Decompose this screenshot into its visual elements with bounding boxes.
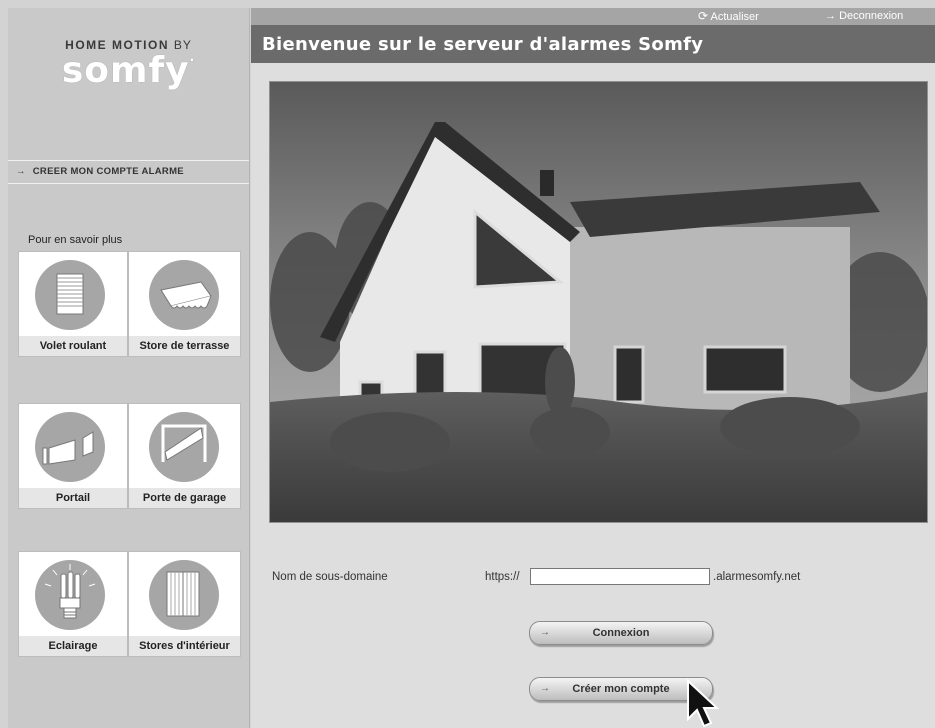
login-button[interactable]: → Connexion: [529, 621, 713, 645]
domain-suffix: .alarmesomfy.net: [713, 571, 801, 583]
logout-link[interactable]: → Deconnexion: [825, 8, 903, 25]
arrow-right-icon: →: [540, 627, 550, 638]
tile-label: Store de terrasse: [129, 336, 240, 356]
create-alarm-account-label: CREER MON COMPTE ALARME: [32, 166, 184, 177]
mouse-pointer-icon: [687, 679, 720, 728]
learn-more-heading: Pour en savoir plus: [28, 234, 123, 246]
refresh-icon: ⟳: [698, 9, 709, 23]
refresh-label: Actualiser: [710, 11, 759, 23]
tile-eclairage[interactable]: Eclairage: [18, 551, 128, 657]
arrow-right-icon: →: [16, 166, 26, 177]
page-title: Bienvenue sur le serveur d'alarmes Somfy: [262, 34, 704, 55]
https-prefix: https://: [485, 571, 520, 583]
tile-label: Stores d'intérieur: [129, 636, 240, 656]
create-account-button-label: Créer mon compte: [572, 683, 670, 695]
indoor-blind-icon: [149, 560, 219, 630]
awning-icon: [149, 260, 219, 330]
tile-stores-interieur[interactable]: Stores d'intérieur: [128, 551, 241, 657]
create-alarm-account-link[interactable]: → CREER MON COMPTE ALARME: [8, 160, 249, 184]
tile-label: Eclairage: [19, 636, 127, 656]
gate-icon: [35, 412, 105, 482]
tile-porte-de-garage[interactable]: Porte de garage: [128, 403, 241, 509]
roller-shutter-icon: [35, 260, 105, 330]
logo-registered-mark: .: [189, 50, 196, 64]
top-navigation-bar: ⟳ Actualiser → Deconnexion: [251, 8, 935, 25]
tile-portail[interactable]: Portail: [18, 403, 128, 509]
tile-store-de-terrasse[interactable]: Store de terrasse: [128, 251, 241, 357]
tile-label: Portail: [19, 488, 127, 508]
light-bulb-icon: [35, 560, 105, 630]
tile-label: Porte de garage: [129, 488, 240, 508]
title-bar: Bienvenue sur le serveur d'alarmes Somfy: [251, 25, 935, 63]
refresh-link[interactable]: ⟳ Actualiser: [698, 8, 759, 25]
somfy-logo[interactable]: HOME MOTION BY somfy.: [8, 38, 249, 91]
subdomain-input[interactable]: [530, 568, 710, 585]
arrow-right-icon: →: [540, 683, 550, 694]
arrow-right-icon: →: [825, 10, 836, 22]
tile-label: Volet roulant: [19, 336, 127, 356]
subdomain-label: Nom de sous-domaine: [272, 571, 388, 583]
login-button-label: Connexion: [592, 627, 650, 639]
tile-volet-roulant[interactable]: Volet roulant: [18, 251, 128, 357]
logout-label: Deconnexion: [839, 10, 904, 22]
garage-door-icon: [149, 412, 219, 482]
house-photo: [269, 81, 928, 523]
logo-brand: somfy: [61, 50, 190, 91]
